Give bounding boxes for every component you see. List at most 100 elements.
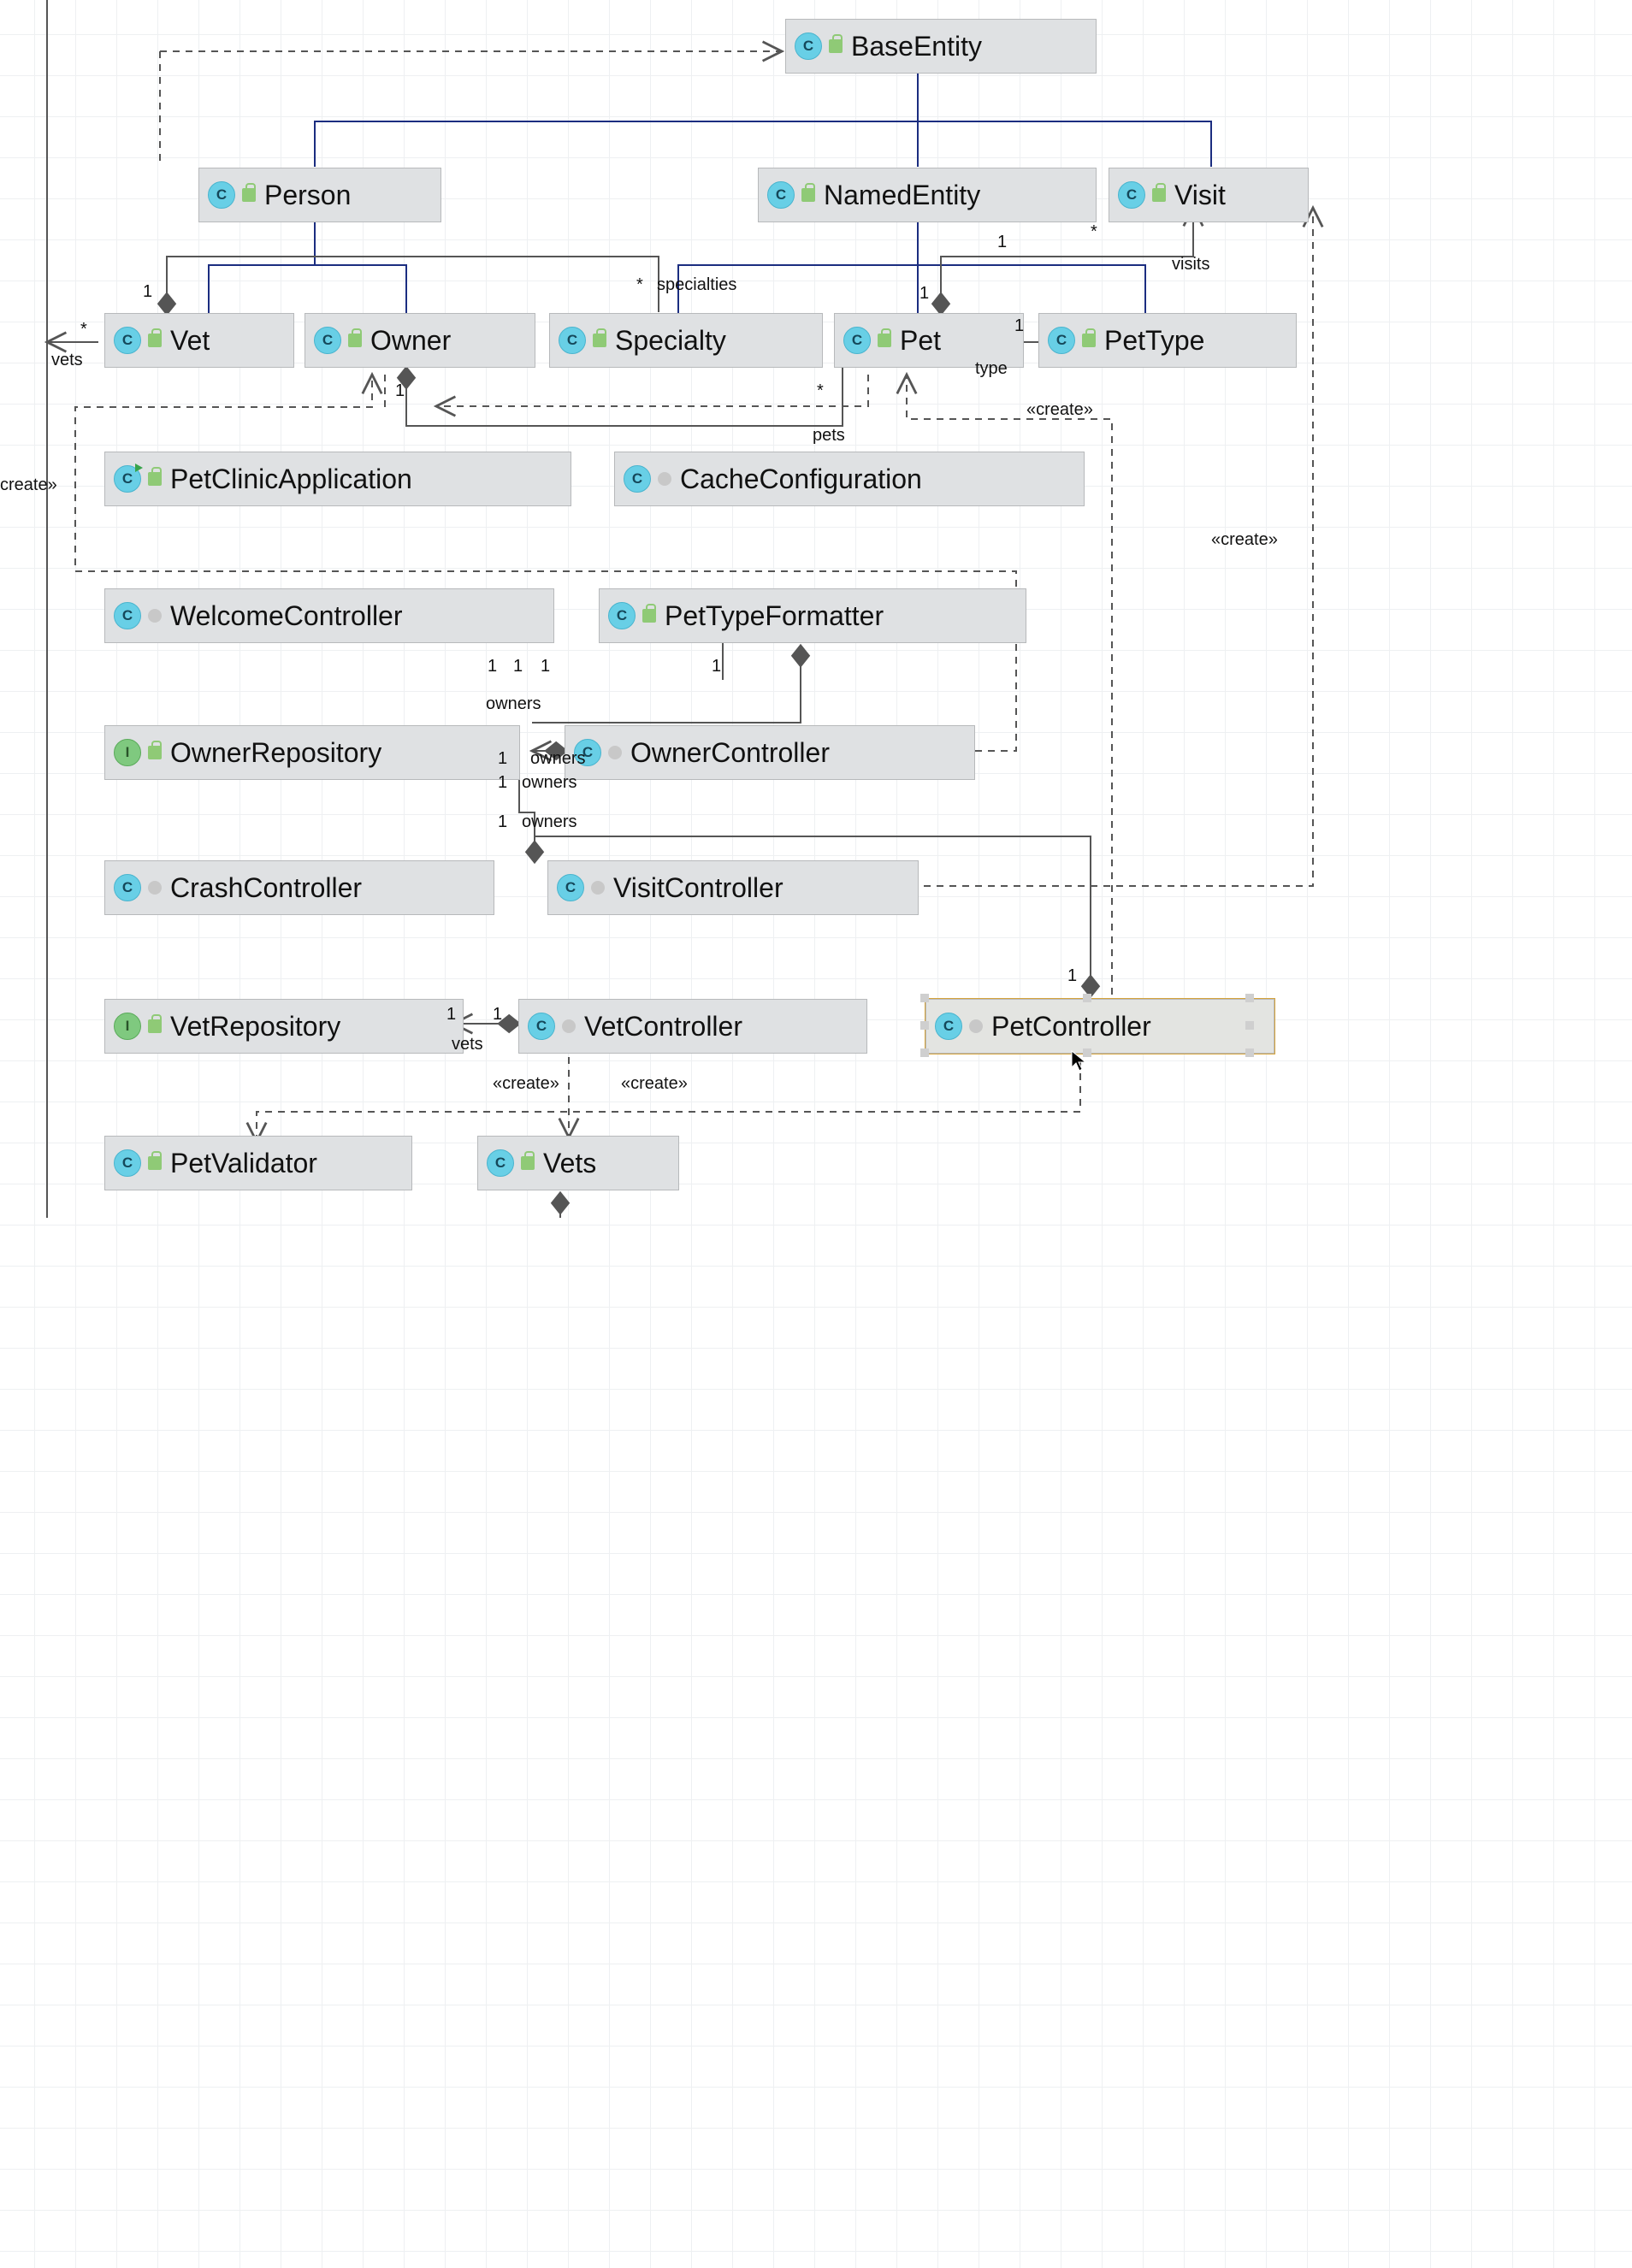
class-PetClinicApplication[interactable]: C PetClinicApplication (104, 452, 571, 506)
visibility-icon (242, 188, 256, 202)
visibility-icon (969, 1019, 983, 1033)
class-icon: C (114, 874, 141, 901)
class-Specialty[interactable]: C Specialty (549, 313, 823, 368)
class-NamedEntity[interactable]: C NamedEntity (758, 168, 1097, 222)
class-CrashController[interactable]: C CrashController (104, 860, 494, 915)
role-label: pets (813, 426, 845, 446)
selection-handle[interactable] (1083, 994, 1091, 1002)
class-label: CrashController (162, 872, 362, 904)
selection-handle[interactable] (1245, 1021, 1254, 1030)
class-icon: C (624, 465, 651, 493)
multiplicity-label: * (1091, 222, 1097, 242)
visibility-icon (642, 609, 656, 623)
class-icon: C (843, 327, 871, 354)
role-label: owners (522, 773, 577, 793)
visibility-icon (521, 1156, 535, 1170)
multiplicity-label: 1 (997, 233, 1007, 252)
class-PetTypeFormatter[interactable]: C PetTypeFormatter (599, 588, 1026, 643)
class-label: VisitController (605, 872, 783, 904)
visibility-icon (608, 746, 622, 759)
multiplicity-label: 1 (395, 381, 405, 401)
visibility-icon (148, 609, 162, 623)
selection-handle[interactable] (1083, 1048, 1091, 1057)
run-icon (135, 464, 143, 472)
class-label: CacheConfiguration (671, 464, 922, 495)
class-icon: C (608, 602, 636, 629)
multiplicity-label: 1 (1014, 316, 1024, 336)
visibility-icon (348, 334, 362, 347)
selection-handle[interactable] (920, 994, 929, 1002)
class-label: VetRepository (162, 1011, 340, 1042)
selection-handle[interactable] (1245, 994, 1254, 1002)
class-label: Visit (1166, 180, 1226, 211)
class-icon: C (114, 327, 141, 354)
stereotype-label: create» (0, 475, 57, 495)
visibility-icon (1082, 334, 1096, 347)
visibility-icon (829, 39, 843, 53)
multiplicity-label: 1 (493, 1005, 502, 1025)
class-icon: C (114, 602, 141, 629)
class-CacheConfiguration[interactable]: C CacheConfiguration (614, 452, 1085, 506)
class-icon: C (114, 465, 141, 493)
class-VisitController[interactable]: C VisitController (547, 860, 919, 915)
multiplicity-label: 1 (143, 282, 152, 302)
multiplicity-label: 1 (498, 749, 507, 769)
visibility-icon (1152, 188, 1166, 202)
interface-icon: I (114, 1013, 141, 1040)
interface-VetRepository[interactable]: I VetRepository (104, 999, 464, 1054)
class-label: VetController (576, 1011, 742, 1042)
class-label: WelcomeController (162, 600, 403, 632)
class-icon: C (559, 327, 586, 354)
role-label: visits (1172, 255, 1209, 275)
class-Owner[interactable]: C Owner (305, 313, 535, 368)
selection-handle[interactable] (1245, 1048, 1254, 1057)
multiplicity-label: * (636, 275, 643, 295)
visibility-icon (658, 472, 671, 486)
multiplicity-label: 1 (446, 1005, 456, 1025)
visibility-icon (148, 1156, 162, 1170)
class-PetType[interactable]: C PetType (1038, 313, 1297, 368)
class-icon: C (1048, 327, 1075, 354)
class-Visit[interactable]: C Visit (1109, 168, 1309, 222)
class-label: PetType (1096, 325, 1204, 357)
interface-icon: I (114, 739, 141, 766)
class-PetController[interactable]: C PetController (925, 999, 1274, 1054)
class-label: Owner (362, 325, 451, 357)
class-icon: C (208, 181, 235, 209)
class-icon: C (935, 1013, 962, 1040)
class-OwnerController[interactable]: C OwnerController (565, 725, 975, 780)
class-Vets[interactable]: C Vets (477, 1136, 679, 1190)
multiplicity-label: 1 (488, 657, 497, 676)
role-label: owners (522, 812, 577, 832)
class-label: PetController (983, 1011, 1151, 1042)
visibility-icon (148, 881, 162, 895)
class-VetController[interactable]: C VetController (518, 999, 867, 1054)
class-WelcomeController[interactable]: C WelcomeController (104, 588, 554, 643)
class-label: Person (256, 180, 351, 211)
class-label: PetValidator (162, 1148, 317, 1179)
multiplicity-label: 1 (498, 773, 507, 793)
multiplicity-label: 1 (498, 812, 507, 832)
selection-handle[interactable] (920, 1021, 929, 1030)
visibility-icon (593, 334, 606, 347)
class-label: OwnerRepository (162, 737, 381, 769)
class-icon: C (314, 327, 341, 354)
visibility-icon (562, 1019, 576, 1033)
role-label: vets (452, 1035, 483, 1054)
class-BaseEntity[interactable]: C BaseEntity (785, 19, 1097, 74)
visibility-icon (148, 334, 162, 347)
visibility-icon (148, 1019, 162, 1033)
stereotype-label: «create» (493, 1074, 559, 1094)
selection-handle[interactable] (920, 1048, 929, 1057)
multiplicity-label: 1 (513, 657, 523, 676)
class-label: PetTypeFormatter (656, 600, 884, 632)
class-label: BaseEntity (843, 31, 982, 62)
stereotype-label: «create» (1211, 530, 1278, 550)
multiplicity-label: 1 (541, 657, 550, 676)
visibility-icon (148, 746, 162, 759)
interface-OwnerRepository[interactable]: I OwnerRepository (104, 725, 520, 780)
class-Person[interactable]: C Person (198, 168, 441, 222)
class-Vet[interactable]: C Vet (104, 313, 294, 368)
class-PetValidator[interactable]: C PetValidator (104, 1136, 412, 1190)
visibility-icon (148, 472, 162, 486)
